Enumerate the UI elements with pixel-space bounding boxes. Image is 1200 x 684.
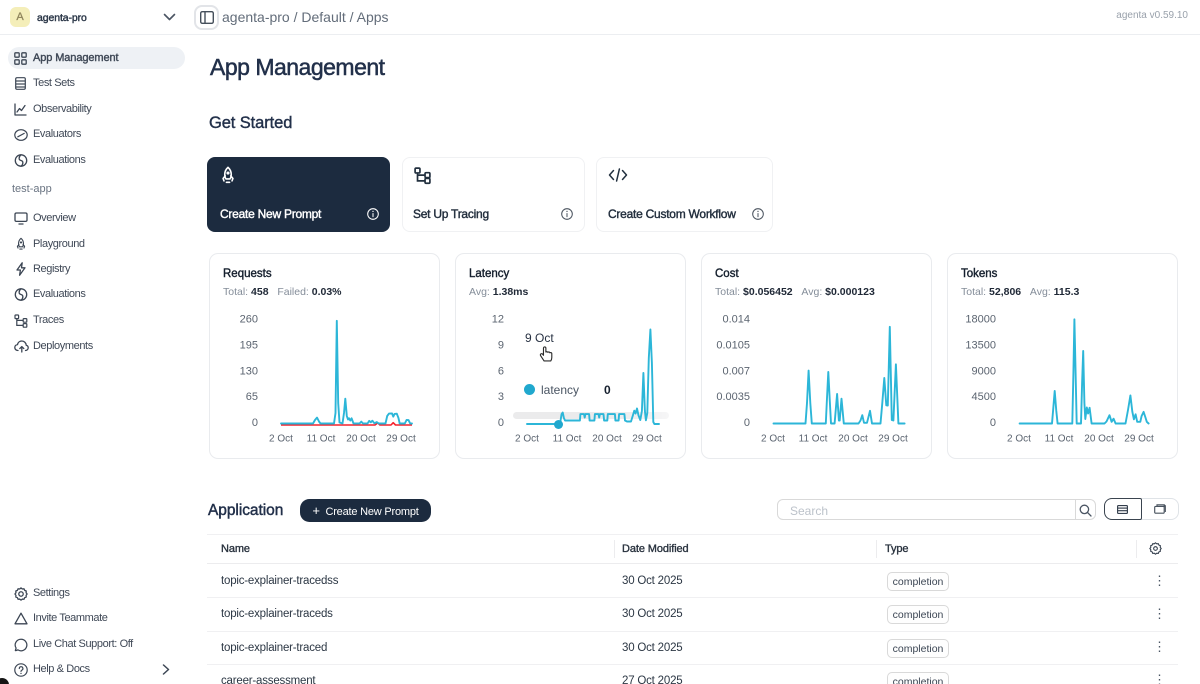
svg-text:260: 260 bbox=[240, 314, 258, 326]
svg-text:0: 0 bbox=[252, 417, 258, 429]
svg-text:11 Oct: 11 Oct bbox=[1045, 434, 1074, 445]
svg-text:12: 12 bbox=[492, 314, 504, 326]
svg-text:2 Oct: 2 Oct bbox=[269, 434, 293, 445]
svg-text:18000: 18000 bbox=[965, 314, 996, 326]
svg-text:0.014: 0.014 bbox=[722, 314, 750, 326]
svg-text:11 Oct: 11 Oct bbox=[553, 434, 582, 445]
svg-text:6: 6 bbox=[498, 365, 504, 377]
svg-text:130: 130 bbox=[240, 365, 258, 377]
svg-text:20 Oct: 20 Oct bbox=[592, 434, 622, 445]
svg-text:11 Oct: 11 Oct bbox=[307, 434, 336, 445]
svg-text:11 Oct: 11 Oct bbox=[799, 434, 828, 445]
svg-text:13500: 13500 bbox=[965, 340, 996, 352]
svg-text:29 Oct: 29 Oct bbox=[1124, 434, 1154, 445]
svg-text:29 Oct: 29 Oct bbox=[632, 434, 662, 445]
svg-text:29 Oct: 29 Oct bbox=[386, 434, 416, 445]
svg-text:20 Oct: 20 Oct bbox=[1084, 434, 1114, 445]
svg-text:3: 3 bbox=[498, 391, 504, 403]
svg-text:0.0035: 0.0035 bbox=[716, 391, 750, 403]
svg-text:20 Oct: 20 Oct bbox=[346, 434, 376, 445]
svg-text:9000: 9000 bbox=[972, 365, 996, 377]
svg-text:2 Oct: 2 Oct bbox=[761, 434, 785, 445]
svg-text:20 Oct: 20 Oct bbox=[838, 434, 868, 445]
svg-text:4500: 4500 bbox=[972, 391, 996, 403]
svg-text:9: 9 bbox=[498, 340, 504, 352]
svg-text:0.0105: 0.0105 bbox=[716, 340, 750, 352]
svg-text:0.007: 0.007 bbox=[722, 365, 750, 377]
svg-text:0: 0 bbox=[990, 417, 996, 429]
svg-text:195: 195 bbox=[240, 340, 258, 352]
svg-text:2 Oct: 2 Oct bbox=[1007, 434, 1031, 445]
svg-text:2 Oct: 2 Oct bbox=[515, 434, 539, 445]
svg-text:0: 0 bbox=[744, 417, 750, 429]
svg-text:29 Oct: 29 Oct bbox=[878, 434, 908, 445]
svg-text:0: 0 bbox=[498, 417, 504, 429]
svg-text:65: 65 bbox=[246, 391, 258, 403]
